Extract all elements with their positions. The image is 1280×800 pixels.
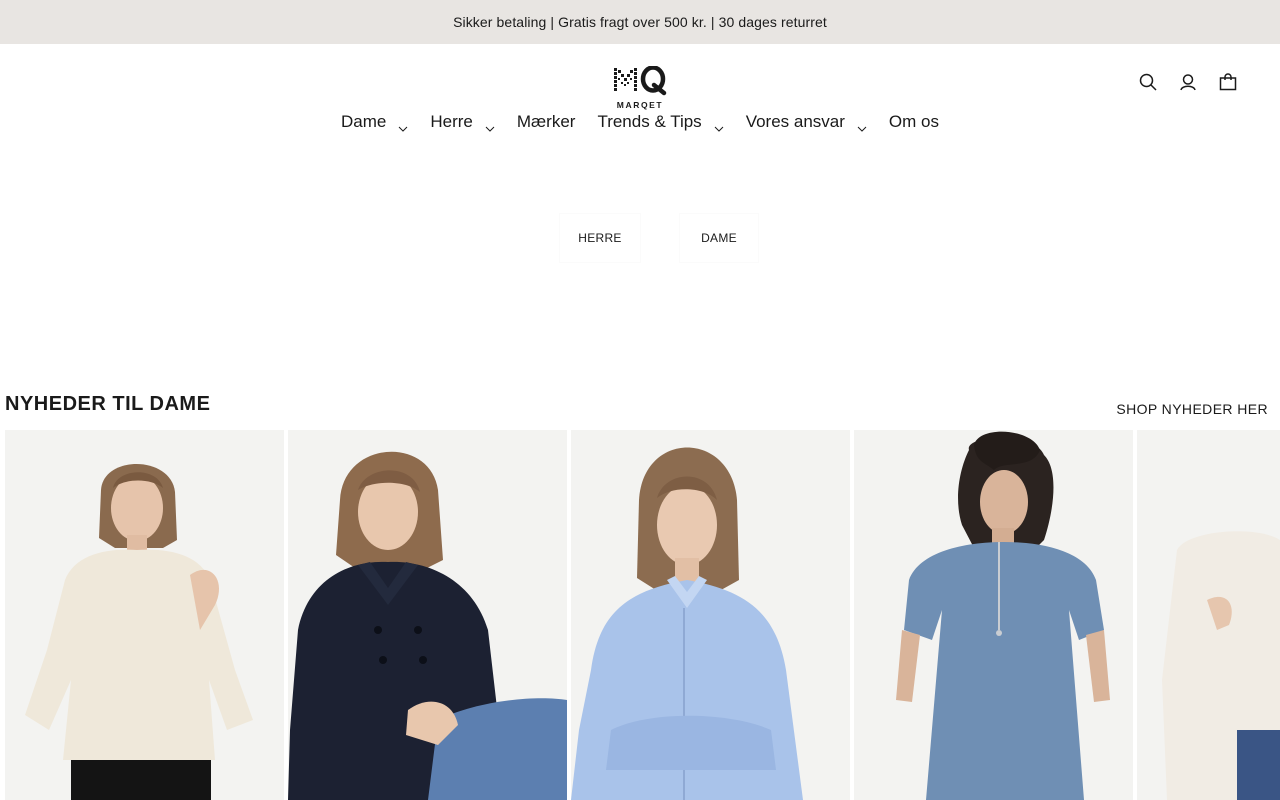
- dame-button[interactable]: DAME: [680, 214, 758, 262]
- main-nav: Dame Herre Mærker Trends & Tips Vores an…: [0, 108, 1280, 136]
- header-icons: [1138, 72, 1238, 92]
- announcement-bar: Sikker betaling | Gratis fragt over 500 …: [0, 0, 1280, 44]
- shop-new-link[interactable]: SHOP NYHEDER HER: [1116, 401, 1268, 417]
- site-header: MARQET Dame Herre Mærker Trends & Tips V…: [0, 44, 1280, 144]
- nav-label: Trends & Tips: [597, 112, 702, 131]
- chevron-down-icon: [398, 119, 408, 132]
- nav-label: Herre: [430, 112, 473, 131]
- chevron-down-icon: [714, 119, 724, 132]
- nav-label: Dame: [341, 112, 387, 131]
- nav-label: Om os: [888, 112, 939, 131]
- account-icon[interactable]: [1178, 72, 1198, 92]
- section-title: NYHEDER TIL DAME: [5, 393, 211, 415]
- nav-label: Mærker: [516, 112, 576, 131]
- product-image: [571, 430, 850, 800]
- product-card[interactable]: [288, 430, 567, 800]
- product-card[interactable]: [1137, 430, 1280, 800]
- product-image: [1137, 430, 1280, 800]
- product-image: [854, 430, 1133, 800]
- nav-item-herre[interactable]: Herre: [430, 112, 495, 132]
- gender-selector: HERRE DAME: [0, 214, 1280, 262]
- nav-item-dame[interactable]: Dame: [341, 112, 408, 132]
- product-card[interactable]: [854, 430, 1133, 800]
- nav-item-trends[interactable]: Trends & Tips: [597, 112, 724, 132]
- product-card[interactable]: [571, 430, 850, 800]
- product-carousel: [5, 430, 1280, 800]
- search-icon[interactable]: [1138, 72, 1158, 92]
- nav-item-vores-ansvar[interactable]: Vores ansvar: [746, 112, 867, 132]
- brand-logo[interactable]: MARQET: [613, 66, 667, 110]
- nav-label: Vores ansvar: [745, 112, 845, 131]
- chevron-down-icon: [857, 119, 867, 132]
- product-card[interactable]: [5, 430, 284, 800]
- bag-icon[interactable]: [1218, 72, 1238, 92]
- product-image: [288, 430, 567, 800]
- nav-item-om-os[interactable]: Om os: [889, 112, 939, 132]
- product-image: [5, 430, 284, 800]
- nav-item-maerker[interactable]: Mærker: [517, 112, 576, 132]
- herre-button[interactable]: HERRE: [560, 214, 640, 262]
- chevron-down-icon: [485, 119, 495, 132]
- announcement-text: Sikker betaling | Gratis fragt over 500 …: [453, 14, 827, 30]
